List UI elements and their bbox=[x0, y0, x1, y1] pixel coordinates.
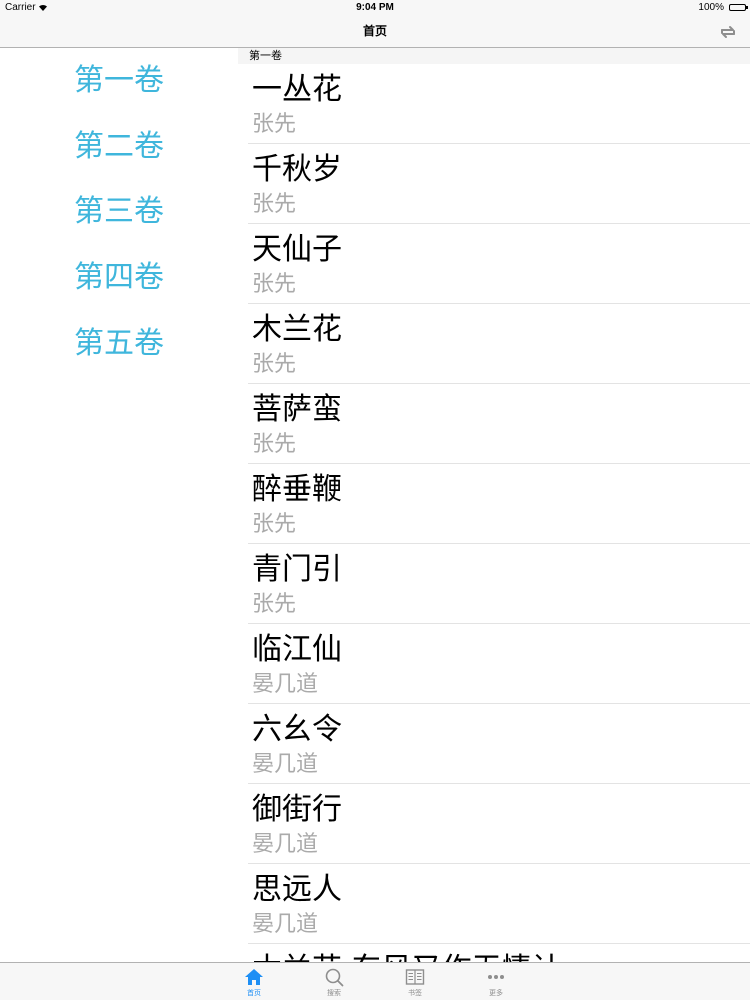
tab-home-label: 首页 bbox=[247, 989, 261, 997]
list-item[interactable]: 木兰花·东风又作无情计 bbox=[238, 944, 750, 962]
list-item[interactable]: 一丛花 张先 bbox=[238, 64, 750, 144]
poem-title: 御街行 bbox=[252, 792, 342, 827]
tab-search-label: 搜索 bbox=[327, 989, 341, 997]
poem-title: 天仙子 bbox=[252, 232, 342, 267]
bookmark-icon bbox=[405, 969, 425, 985]
list-item[interactable]: 木兰花 张先 bbox=[238, 304, 750, 384]
poem-author: 晏几道 bbox=[252, 912, 319, 937]
sidebar-item-volume-1[interactable]: 第一卷 bbox=[0, 53, 238, 109]
sidebar-item-volume-4[interactable]: 第四卷 bbox=[0, 250, 238, 306]
list-item[interactable]: 临江仙 晏几道 bbox=[238, 624, 750, 704]
list-item[interactable]: 千秋岁 张先 bbox=[238, 144, 750, 224]
poem-author: 晏几道 bbox=[252, 752, 319, 777]
list-item[interactable]: 醉垂鞭 张先 bbox=[238, 464, 750, 544]
list-item[interactable]: 御街行 晏几道 bbox=[238, 784, 750, 864]
tab-more-label: 更多 bbox=[489, 989, 503, 997]
sidebar-item-volume-5[interactable]: 第五卷 bbox=[0, 316, 238, 372]
list-item[interactable]: 思远人 晏几道 bbox=[238, 864, 750, 944]
home-icon bbox=[245, 969, 263, 985]
poem-author: 张先 bbox=[252, 352, 297, 377]
refresh-icon[interactable] bbox=[718, 22, 738, 42]
tab-home[interactable]: 首页 bbox=[224, 963, 284, 1000]
poem-title: 醉垂鞭 bbox=[252, 472, 342, 507]
tab-bar: 首页 搜索 书签 更多 bbox=[0, 962, 750, 1000]
battery-percent: 100% bbox=[698, 2, 724, 13]
poem-author: 张先 bbox=[252, 192, 297, 217]
section-header: 第一卷 bbox=[238, 48, 750, 64]
status-bar: Carrier 9:04 PM 100% bbox=[0, 0, 750, 16]
poem-title: 六幺令 bbox=[252, 712, 342, 747]
poem-author: 张先 bbox=[252, 272, 297, 297]
poem-list[interactable]: 第一卷 一丛花 张先 千秋岁 张先 天仙子 张先 木兰花 张先 菩萨蛮 张先 醉… bbox=[238, 48, 750, 962]
poem-title: 思远人 bbox=[252, 872, 342, 907]
poem-title: 菩萨蛮 bbox=[252, 392, 342, 427]
list-item[interactable]: 六幺令 晏几道 bbox=[238, 704, 750, 784]
list-item[interactable]: 菩萨蛮 张先 bbox=[238, 384, 750, 464]
navigation-bar: 首页 bbox=[0, 16, 750, 48]
sidebar-item-volume-2[interactable]: 第二卷 bbox=[0, 119, 238, 175]
search-icon bbox=[325, 968, 344, 987]
list-item[interactable]: 青门引 张先 bbox=[238, 544, 750, 624]
battery-icon bbox=[729, 4, 748, 11]
poem-author: 晏几道 bbox=[252, 672, 319, 697]
page-title: 首页 bbox=[362, 24, 387, 38]
tab-more[interactable]: 更多 bbox=[466, 963, 526, 1000]
volume-sidebar: 第一卷 第二卷 第三卷 第四卷 第五卷 bbox=[0, 48, 238, 962]
sidebar-item-volume-3[interactable]: 第三卷 bbox=[0, 184, 238, 240]
poem-author: 张先 bbox=[252, 592, 297, 617]
clock: 9:04 PM bbox=[356, 2, 394, 13]
poem-title: 木兰花 bbox=[252, 312, 342, 347]
poem-author: 张先 bbox=[252, 112, 297, 137]
poem-title: 一丛花 bbox=[252, 72, 342, 107]
poem-title: 千秋岁 bbox=[252, 152, 342, 187]
tab-search[interactable]: 搜索 bbox=[304, 963, 364, 1000]
poem-title: 木兰花·东风又作无情计 bbox=[252, 952, 562, 962]
list-item[interactable]: 天仙子 张先 bbox=[238, 224, 750, 304]
poem-title: 临江仙 bbox=[252, 632, 342, 667]
poem-author: 晏几道 bbox=[252, 832, 319, 857]
poem-author: 张先 bbox=[252, 512, 297, 537]
more-icon bbox=[488, 975, 504, 979]
poem-title: 青门引 bbox=[252, 552, 342, 587]
tab-bookmark[interactable]: 书签 bbox=[385, 963, 445, 1000]
tab-bookmark-label: 书签 bbox=[408, 989, 422, 997]
poem-author: 张先 bbox=[252, 432, 297, 457]
